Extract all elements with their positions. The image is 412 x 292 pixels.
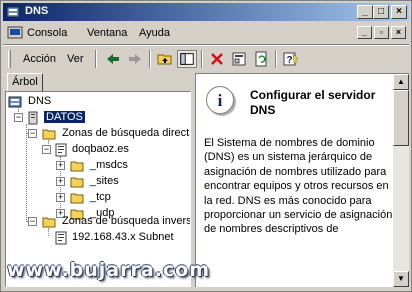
folder-icon bbox=[70, 161, 84, 172]
child-close-button[interactable]: × bbox=[391, 26, 406, 39]
tree-item-label: _msdcs bbox=[90, 159, 128, 171]
tree-item-forward-zones[interactable]: − Zonas de búsqueda directa bbox=[8, 126, 191, 142]
window-title: DNS bbox=[25, 5, 49, 17]
menu-consola[interactable]: Consola bbox=[27, 27, 67, 39]
console-menu-icon[interactable] bbox=[7, 25, 23, 41]
watermark: www.bujarra.com bbox=[7, 259, 211, 281]
show-tree-icon[interactable] bbox=[177, 50, 197, 68]
expand-toggle[interactable]: + bbox=[56, 193, 65, 202]
menu-accion[interactable]: Acción bbox=[23, 53, 56, 65]
details-title: Configurar el servidor DNS bbox=[250, 88, 376, 117]
forward-arrow-icon[interactable] bbox=[125, 50, 145, 68]
tree-item-sites[interactable]: + _sites bbox=[8, 174, 188, 190]
collapse-toggle[interactable]: − bbox=[28, 129, 37, 138]
tree-item-label: _sites bbox=[90, 175, 119, 187]
folder-icon bbox=[42, 129, 56, 140]
menu-separator bbox=[3, 44, 409, 46]
child-restore-button[interactable]: ▫ bbox=[374, 26, 389, 39]
expand-toggle[interactable]: + bbox=[56, 177, 65, 186]
refresh-icon[interactable] bbox=[251, 50, 271, 68]
tree-item-reverse-zones[interactable]: − Zonas de búsqueda inversa bbox=[8, 214, 191, 230]
menu-ayuda[interactable]: Ayuda bbox=[139, 27, 170, 39]
folder-icon bbox=[70, 177, 84, 188]
help-icon[interactable]: ? bbox=[281, 50, 301, 68]
tree-item-dns-root[interactable]: DNS bbox=[8, 94, 188, 110]
details-pane: i Configurar el servidor DNS El Sistema … bbox=[195, 73, 409, 287]
tree-item-subnet[interactable]: 192.168.43.x Subnet bbox=[8, 230, 188, 246]
folder-icon bbox=[42, 217, 56, 228]
scroll-thumb[interactable] bbox=[393, 90, 409, 146]
server-icon bbox=[28, 111, 38, 125]
info-icon: i bbox=[206, 86, 234, 114]
back-arrow-icon[interactable] bbox=[103, 50, 123, 68]
minimize-button[interactable]: _ bbox=[357, 5, 373, 19]
properties-icon[interactable] bbox=[229, 50, 249, 68]
dns-app-icon bbox=[6, 6, 20, 18]
title-bar[interactable]: DNS _ □ × bbox=[3, 3, 409, 21]
tree-item-label: 192.168.43.x Subnet bbox=[72, 231, 174, 243]
tree-item-label: doqbaoz.es bbox=[72, 143, 129, 155]
child-minimize-button[interactable]: _ bbox=[357, 26, 372, 39]
tree-item-label: DNS bbox=[28, 95, 52, 107]
tree-item-label: Zonas de búsqueda inversa bbox=[62, 215, 191, 227]
collapse-toggle[interactable]: − bbox=[28, 217, 37, 226]
svg-text:?: ? bbox=[286, 55, 292, 66]
menu-bar: Consola Ventana Ayuda _ ▫ × bbox=[3, 23, 409, 43]
collapse-toggle[interactable]: − bbox=[14, 113, 23, 122]
toolbar-separator bbox=[201, 50, 203, 68]
details-body: El Sistema de nombres de dominio (DNS) e… bbox=[204, 137, 393, 236]
console-tree: DNS − DATOS − Zonas de búsqueda directa … bbox=[5, 91, 191, 287]
tree-item-server[interactable]: − DATOS bbox=[8, 110, 188, 126]
tab-arbol[interactable]: Árbol bbox=[7, 73, 43, 91]
vertical-scrollbar[interactable]: ▲ ▼ bbox=[393, 74, 409, 287]
tree-item-msdcs[interactable]: + _msdcs bbox=[8, 158, 188, 174]
tree-item-label: _tcp bbox=[90, 191, 111, 203]
delete-icon[interactable] bbox=[207, 50, 227, 68]
toolbar-separator bbox=[275, 50, 277, 68]
toolbar-separator bbox=[95, 50, 97, 68]
tree-item-tcp[interactable]: + _tcp bbox=[8, 190, 188, 206]
close-button[interactable]: × bbox=[391, 5, 407, 19]
menu-ventana[interactable]: Ventana bbox=[87, 27, 127, 39]
tree-item-domain[interactable]: − doqbaoz.es bbox=[8, 142, 188, 158]
zone-icon bbox=[55, 143, 67, 157]
expand-toggle[interactable]: + bbox=[56, 161, 65, 170]
toolbar-grip[interactable] bbox=[8, 50, 11, 68]
dns-console-window: DNS _ □ × Consola Ventana Ayuda _ ▫ × Ac… bbox=[0, 0, 412, 292]
dns-root-icon bbox=[8, 96, 22, 108]
toolbar: Acción Ver ? bbox=[3, 47, 409, 71]
folder-icon bbox=[70, 193, 84, 204]
zone-icon bbox=[55, 231, 67, 245]
menu-ver[interactable]: Ver bbox=[67, 53, 84, 65]
up-folder-icon[interactable] bbox=[155, 50, 175, 68]
tree-item-label: Zonas de búsqueda directa bbox=[62, 127, 191, 139]
collapse-toggle[interactable]: − bbox=[42, 145, 51, 154]
maximize-button[interactable]: □ bbox=[373, 5, 389, 19]
tree-item-label: DATOS bbox=[44, 111, 85, 123]
scroll-down-button[interactable]: ▼ bbox=[393, 271, 409, 287]
scroll-up-button[interactable]: ▲ bbox=[393, 74, 409, 90]
toolbar-separator bbox=[149, 50, 151, 68]
